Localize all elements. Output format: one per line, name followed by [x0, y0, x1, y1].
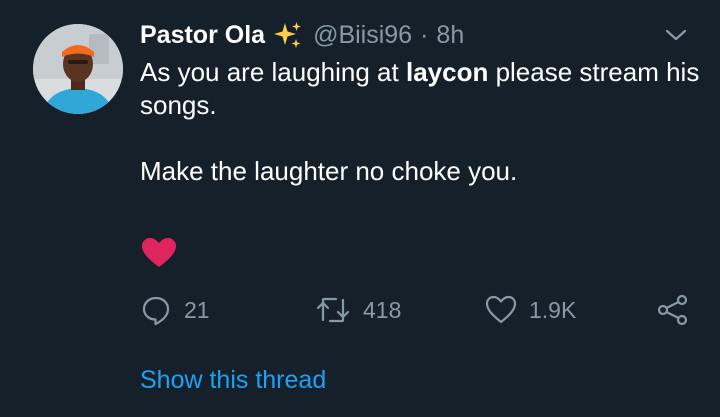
- share-icon: [656, 294, 690, 326]
- chevron-down-icon[interactable]: [664, 26, 688, 44]
- red-heart-emoji-icon: [141, 237, 177, 269]
- share-button[interactable]: [656, 290, 690, 330]
- mention-laycon: laycon: [405, 57, 489, 87]
- tweet-paragraph-2: Make the laughter no choke you.: [140, 156, 518, 186]
- retweet-count: 418: [363, 296, 402, 323]
- user-handle[interactable]: @Biisi96: [313, 21, 412, 50]
- retweet-icon: [315, 294, 351, 326]
- reply-button[interactable]: 21: [140, 290, 210, 330]
- reply-icon: [140, 294, 172, 326]
- like-count: 1.9K: [529, 296, 577, 323]
- retweet-button[interactable]: 418: [315, 290, 401, 330]
- text-before-mention: As you are laughing at: [140, 57, 406, 87]
- tweet-text: As you are laughing at laycon please str…: [140, 56, 700, 188]
- display-name[interactable]: Pastor Ola: [140, 21, 265, 50]
- reply-count: 21: [184, 296, 210, 323]
- tweet-header: Pastor Ola @Biisi96 · 8h: [140, 18, 464, 52]
- avatar[interactable]: [33, 24, 123, 114]
- timestamp[interactable]: 8h: [436, 21, 464, 50]
- action-bar: 21 418 1.9K: [140, 290, 695, 330]
- heart-icon: [485, 294, 517, 326]
- tweet-paragraph-1: As you are laughing at laycon please str…: [140, 56, 700, 122]
- avatar-image: [33, 24, 123, 114]
- like-button[interactable]: 1.9K: [485, 290, 576, 330]
- show-thread-link[interactable]: Show this thread: [140, 366, 326, 395]
- separator-dot: ·: [420, 20, 429, 49]
- sparkles-icon: [273, 20, 303, 50]
